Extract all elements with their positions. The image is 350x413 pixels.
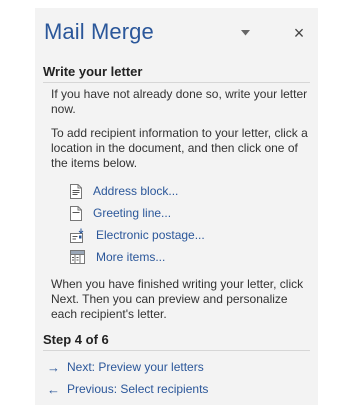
arrow-right-icon: → [47,359,60,375]
merge-field-list: Address block... Greeting line... Electr… [70,180,310,268]
previous-step-link[interactable]: ← Previous: Select recipients [47,378,310,400]
electronic-postage-label: Electronic postage... [96,228,205,242]
next-step-label: Next: Preview your letters [67,360,204,374]
address-block-link[interactable]: Address block... [70,180,310,202]
electronic-postage-link[interactable]: Electronic postage... [70,224,310,246]
pane-header: Mail Merge × [43,18,310,52]
next-step-link[interactable]: → Next: Preview your letters [47,356,310,378]
close-icon: × [293,22,305,43]
close-button[interactable]: × [290,22,308,43]
greeting-line-link[interactable]: Greeting line... [70,202,310,224]
dropdown-arrow-icon [240,30,250,36]
electronic-postage-icon [70,228,84,243]
task-pane-options-button[interactable] [236,24,254,42]
step-indicator: Step 4 of 6 [43,332,310,351]
finish-text: When you have finished writing your lett… [51,277,304,321]
more-items-icon [70,250,85,264]
mail-merge-pane: Mail Merge × Write your letter If you ha… [35,8,318,405]
arrow-left-icon: ← [47,381,60,397]
instructions-text: To add recipient information to your let… [51,126,308,170]
section-heading: Write your letter [43,64,310,83]
previous-step-label: Previous: Select recipients [67,382,209,396]
more-items-link[interactable]: More items... [70,246,310,268]
address-block-label: Address block... [93,184,179,198]
greeting-line-icon [70,205,82,221]
more-items-label: More items... [96,250,166,264]
address-block-icon [70,183,82,199]
intro-text: If you have not already done so, write y… [51,87,308,116]
greeting-line-label: Greeting line... [93,206,172,220]
pane-title: Mail Merge [44,19,154,44]
